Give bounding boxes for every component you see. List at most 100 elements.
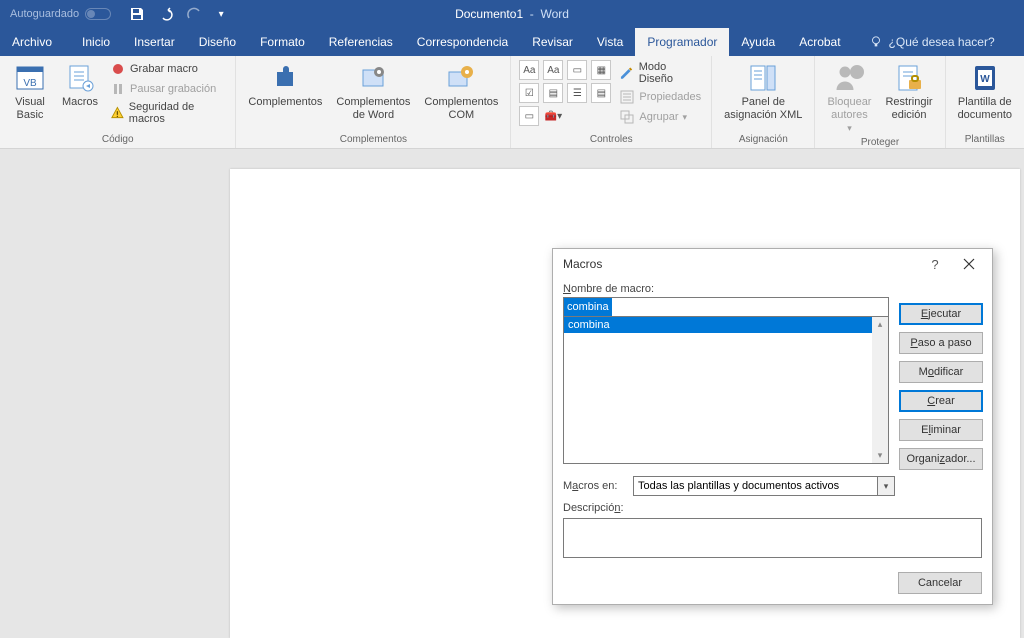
gear-com-icon <box>445 62 477 94</box>
quick-access-toolbar: ▾ <box>129 6 229 22</box>
tab-ayuda[interactable]: Ayuda <box>729 28 787 56</box>
dropdown-control-icon[interactable]: ☰ <box>567 83 587 103</box>
scroll-up-icon[interactable]: ▴ <box>878 317 883 332</box>
group-asignacion: Panel de asignación XML Asignación <box>712 56 815 148</box>
design-mode-icon <box>619 65 634 81</box>
combobox-control-icon[interactable]: ▤ <box>543 83 563 103</box>
group-proteger: Bloquear autores▾ Restringir edición Pro… <box>815 56 945 148</box>
visual-basic-label: Visual Basic <box>15 96 45 122</box>
macros-label: Macros <box>62 96 98 109</box>
tab-diseno[interactable]: Diseño <box>187 28 248 56</box>
tab-programador[interactable]: Programador <box>635 28 729 56</box>
repeating-section-icon[interactable]: ▭ <box>519 106 539 126</box>
restringir-edicion-button[interactable]: Restringir edición <box>881 60 936 124</box>
svg-text:W: W <box>980 74 990 85</box>
complementos-word-button[interactable]: Complementos de Word <box>332 60 414 124</box>
dialog-close-button[interactable] <box>952 250 986 278</box>
descripcion-box[interactable] <box>563 518 982 558</box>
ribbon-tabs: Archivo Inicio Insertar Diseño Formato R… <box>0 28 1024 56</box>
complementos-label: Complementos <box>248 96 322 109</box>
macros-en-combo[interactable]: ▾ <box>633 476 895 496</box>
group-controles-label: Controles <box>519 134 703 148</box>
crear-button[interactable]: Crear <box>899 390 983 412</box>
panel-xml-button[interactable]: Panel de asignación XML <box>720 60 806 124</box>
tab-formato[interactable]: Formato <box>248 28 317 56</box>
tab-referencias[interactable]: Referencias <box>317 28 405 56</box>
organizador-button[interactable]: Organizador... <box>899 448 983 470</box>
picture-control-icon[interactable]: ▭ <box>567 60 587 80</box>
autosave-toggle[interactable]: Autoguardado <box>10 8 111 20</box>
modo-diseno-button[interactable]: Modo Diseño <box>617 60 703 86</box>
group-codigo-label: Código <box>8 134 227 148</box>
macro-list-item[interactable]: combina <box>564 317 888 333</box>
bloquear-autores-label: Bloquear autores <box>827 96 871 122</box>
macro-list-scrollbar[interactable]: ▴ ▾ <box>872 317 888 463</box>
agrupar-label: Agrupar <box>639 111 678 123</box>
group-codigo: VB Visual Basic Macros Grabar macro Paus… <box>0 56 236 148</box>
legacy-tools-icon[interactable]: 🧰▾ <box>543 106 563 126</box>
undo-icon[interactable] <box>157 6 173 22</box>
plain-text-control-icon[interactable]: Aa <box>543 60 563 80</box>
macro-list[interactable]: combina ▴ ▾ <box>563 316 889 464</box>
group-asignacion-label: Asignación <box>720 134 806 148</box>
tab-acrobat[interactable]: Acrobat <box>787 28 852 56</box>
plantilla-documento-button[interactable]: W Plantilla de documento <box>954 60 1016 124</box>
dialog-help-button[interactable]: ? <box>918 250 952 278</box>
scroll-down-icon[interactable]: ▾ <box>878 448 883 463</box>
macros-button[interactable]: Macros <box>58 60 102 111</box>
dialog-titlebar[interactable]: Macros ? <box>553 249 992 279</box>
seguridad-macros-label: Seguridad de macros <box>129 101 226 125</box>
cancelar-button[interactable]: Cancelar <box>898 572 982 594</box>
ejecutar-button[interactable]: Ejecutar <box>899 303 983 325</box>
gear-addins-icon <box>357 62 389 94</box>
building-block-control-icon[interactable]: ▦ <box>591 60 611 80</box>
group-plantillas-label: Plantillas <box>954 134 1016 148</box>
agrupar-button: Agrupar▾ <box>617 108 703 126</box>
nombre-macro-input[interactable] <box>563 297 889 317</box>
window-title: Documento1 - Word <box>455 7 569 21</box>
svg-text:VB: VB <box>23 78 37 89</box>
rich-text-control-icon[interactable]: Aa <box>519 60 539 80</box>
customize-qat-icon[interactable]: ▾ <box>213 6 229 22</box>
toggle-switch-icon[interactable] <box>85 8 111 20</box>
save-icon[interactable] <box>129 6 145 22</box>
descripcion-label: Descripción: <box>563 502 982 514</box>
macros-icon <box>64 62 96 94</box>
document-name: Documento1 <box>455 7 523 21</box>
macros-dialog: Macros ? NNombre de macro:ombre de macro… <box>552 248 993 605</box>
dialog-title: Macros <box>563 257 918 271</box>
modo-diseno-label: Modo Diseño <box>639 61 701 85</box>
dropdown-icon[interactable]: ▾ <box>877 476 895 496</box>
tab-revisar[interactable]: Revisar <box>520 28 585 56</box>
visual-basic-icon: VB <box>14 62 46 94</box>
nombre-macro-label: NNombre de macro:ombre de macro: <box>563 283 982 295</box>
visual-basic-button[interactable]: VB Visual Basic <box>8 60 52 124</box>
paso-a-paso-button[interactable]: Paso a paso <box>899 332 983 354</box>
complementos-com-button[interactable]: Complementos COM <box>420 60 502 124</box>
complementos-button[interactable]: Complementos <box>244 60 326 111</box>
bloquear-autores-button: Bloquear autores▾ <box>823 60 875 137</box>
pausar-grabacion-label: Pausar grabación <box>130 83 216 95</box>
seguridad-macros-button[interactable]: Seguridad de macros <box>108 100 227 126</box>
app-name: Word <box>540 7 568 21</box>
tell-me[interactable]: ¿Qué desea hacer? <box>869 28 995 56</box>
checkbox-control-icon[interactable]: ☑ <box>519 83 539 103</box>
tab-archivo[interactable]: Archivo <box>0 28 64 56</box>
template-icon: W <box>969 62 1001 94</box>
pausar-grabacion-button: Pausar grabación <box>108 80 227 98</box>
grabar-macro-button[interactable]: Grabar macro <box>108 60 227 78</box>
eliminar-button[interactable]: Eliminar <box>899 419 983 441</box>
tab-inicio[interactable]: Inicio <box>70 28 122 56</box>
close-icon <box>963 258 975 270</box>
tab-correspondencia[interactable]: Correspondencia <box>405 28 520 56</box>
date-picker-control-icon[interactable]: ▤ <box>591 83 611 103</box>
block-authors-icon <box>833 62 865 94</box>
tab-insertar[interactable]: Insertar <box>122 28 187 56</box>
tab-vista[interactable]: Vista <box>585 28 635 56</box>
pause-icon <box>110 81 126 97</box>
macros-en-input[interactable] <box>633 476 877 496</box>
restringir-edicion-label: Restringir edición <box>885 96 932 122</box>
modificar-button[interactable]: Modificar <box>899 361 983 383</box>
propiedades-label: Propiedades <box>639 91 701 103</box>
redo-icon[interactable] <box>185 6 201 22</box>
